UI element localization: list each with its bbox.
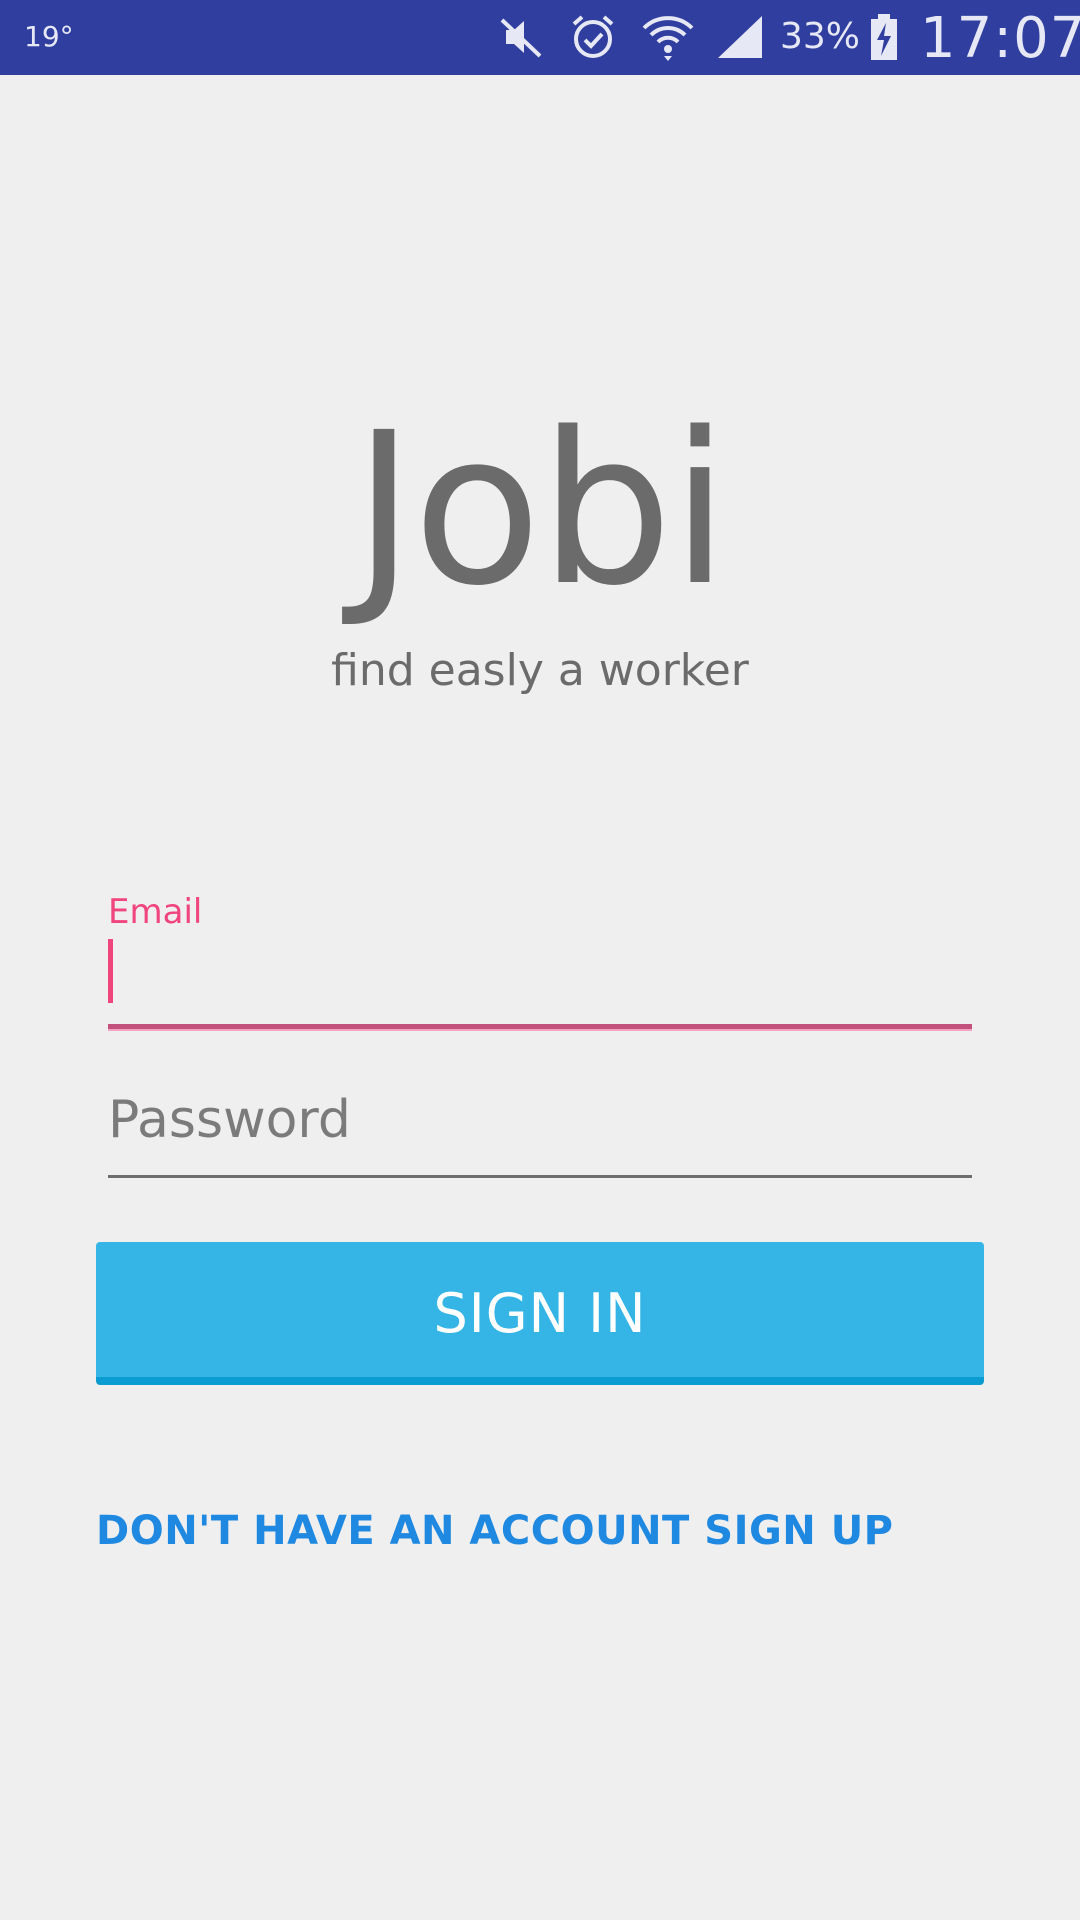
sign-up-link[interactable]: DON'T HAVE AN ACCOUNT SIGN UP xyxy=(96,1508,894,1554)
email-field[interactable] xyxy=(108,935,972,1023)
mute-icon xyxy=(496,12,546,66)
email-underline xyxy=(108,1024,972,1031)
battery-percent: 33% xyxy=(780,16,861,57)
status-bar: 19° 33% 17:07 xyxy=(0,0,1080,75)
email-label: Email xyxy=(108,892,203,932)
app-subtitle: find easly a worker xyxy=(331,645,749,696)
battery-charging-icon xyxy=(868,12,900,66)
wifi-icon xyxy=(640,12,696,66)
text-cursor xyxy=(108,939,113,1003)
password-field[interactable]: Password xyxy=(108,1085,972,1175)
weather-temperature: 19° xyxy=(24,20,74,53)
alarm-icon xyxy=(568,12,618,66)
signal-icon xyxy=(714,12,766,66)
app-title: Jobi xyxy=(352,387,729,632)
clock-time: 17:07 xyxy=(920,6,1080,71)
password-underline xyxy=(108,1175,972,1178)
sign-in-button[interactable]: SIGN IN xyxy=(96,1242,984,1385)
